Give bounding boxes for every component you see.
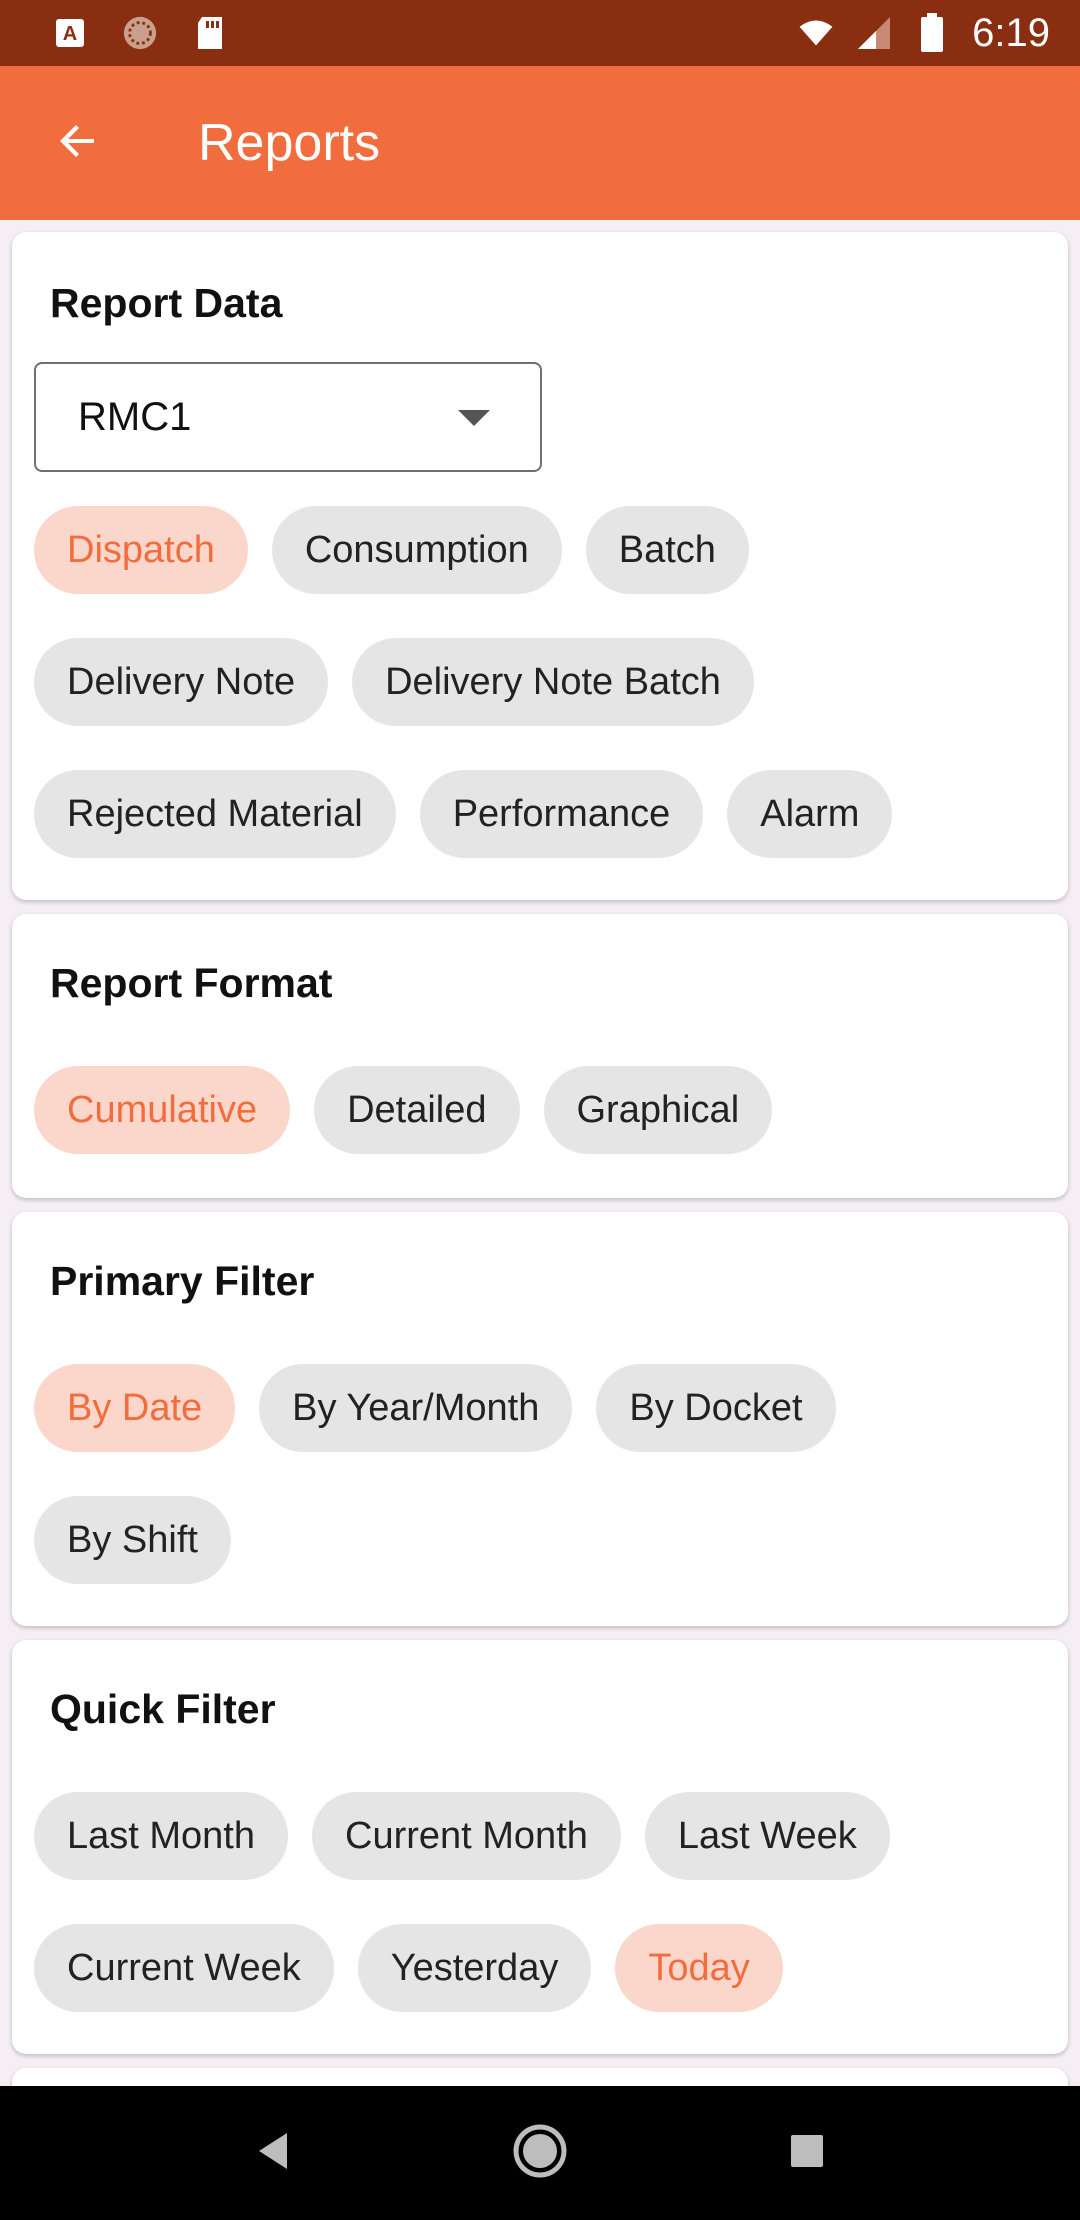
chip-by-docket[interactable]: By Docket bbox=[596, 1364, 836, 1452]
nav-back-button[interactable] bbox=[233, 2113, 313, 2193]
status-time: 6:19 bbox=[972, 10, 1050, 55]
quick-filter-chip-row-1: Last Month Current Month Last Week bbox=[34, 1792, 890, 1880]
app-bar: Reports bbox=[0, 66, 1080, 220]
page-title: Reports bbox=[198, 114, 381, 172]
status-bar: A 6:19 bbox=[0, 0, 1080, 66]
chip-last-month[interactable]: Last Month bbox=[34, 1792, 288, 1880]
report-format-card: Report Format Cumulative Detailed Graphi… bbox=[12, 914, 1068, 1198]
chip-consumption[interactable]: Consumption bbox=[271, 506, 562, 594]
next-card-partial bbox=[12, 2068, 1068, 2086]
dropdown-arrow-icon bbox=[458, 410, 490, 426]
status-left-icons: A bbox=[52, 15, 228, 51]
reports-screen: A 6:19 Reports Report Data RMC1 Dispatch… bbox=[0, 0, 1080, 2220]
signal-icon bbox=[856, 15, 892, 51]
chip-by-date[interactable]: By Date bbox=[34, 1364, 236, 1452]
chip-batch[interactable]: Batch bbox=[585, 506, 749, 594]
report-data-chip-row-3: Rejected Material Performance Alarm bbox=[34, 770, 893, 858]
sync-notification-icon bbox=[122, 15, 158, 51]
chip-dispatch[interactable]: Dispatch bbox=[34, 506, 248, 594]
back-button[interactable] bbox=[38, 103, 118, 183]
sd-card-icon bbox=[192, 15, 228, 51]
chip-today[interactable]: Today bbox=[615, 1924, 783, 2012]
report-data-card: Report Data RMC1 Dispatch Consumption Ba… bbox=[12, 232, 1068, 900]
primary-filter-title: Primary Filter bbox=[50, 1258, 315, 1304]
chip-by-shift[interactable]: By Shift bbox=[34, 1496, 231, 1584]
report-data-chip-row-2: Delivery Note Delivery Note Batch bbox=[34, 638, 754, 726]
chip-cumulative[interactable]: Cumulative bbox=[34, 1066, 291, 1154]
system-nav-bar bbox=[0, 2086, 1080, 2220]
dropdown-selected-value: RMC1 bbox=[78, 394, 192, 439]
primary-filter-chip-row-2: By Shift bbox=[34, 1496, 231, 1584]
report-data-title: Report Data bbox=[50, 280, 283, 326]
plant-dropdown[interactable]: RMC1 bbox=[34, 362, 542, 472]
font-notification-icon: A bbox=[52, 15, 88, 51]
nav-home-icon bbox=[512, 2123, 568, 2184]
battery-icon bbox=[914, 13, 950, 52]
chip-last-week[interactable]: Last Week bbox=[644, 1792, 890, 1880]
primary-filter-chip-row-1: By Date By Year/Month By Docket bbox=[34, 1364, 836, 1452]
wifi-icon bbox=[798, 15, 834, 51]
content-scroll[interactable]: Report Data RMC1 Dispatch Consumption Ba… bbox=[0, 220, 1080, 2086]
chip-performance[interactable]: Performance bbox=[419, 770, 704, 858]
chip-delivery-note[interactable]: Delivery Note bbox=[34, 638, 329, 726]
chip-detailed[interactable]: Detailed bbox=[314, 1066, 520, 1154]
nav-recents-button[interactable] bbox=[767, 2113, 847, 2193]
chip-current-week[interactable]: Current Week bbox=[34, 1924, 334, 2012]
quick-filter-title: Quick Filter bbox=[50, 1686, 276, 1732]
primary-filter-card: Primary Filter By Date By Year/Month By … bbox=[12, 1212, 1068, 1626]
chip-rejected-material[interactable]: Rejected Material bbox=[34, 770, 396, 858]
report-format-chip-row: Cumulative Detailed Graphical bbox=[34, 1066, 773, 1154]
arrow-back-icon bbox=[54, 117, 102, 170]
chip-yesterday[interactable]: Yesterday bbox=[357, 1924, 592, 2012]
nav-back-icon bbox=[253, 2129, 293, 2178]
nav-recents-icon bbox=[789, 2133, 825, 2174]
report-format-title: Report Format bbox=[50, 960, 333, 1006]
chip-graphical[interactable]: Graphical bbox=[543, 1066, 773, 1154]
chip-alarm[interactable]: Alarm bbox=[727, 770, 893, 858]
chip-by-year-month[interactable]: By Year/Month bbox=[259, 1364, 573, 1452]
nav-home-button[interactable] bbox=[500, 2113, 580, 2193]
quick-filter-card: Quick Filter Last Month Current Month La… bbox=[12, 1640, 1068, 2054]
quick-filter-chip-row-2: Current Week Yesterday Today bbox=[34, 1924, 783, 2012]
svg-text:A: A bbox=[63, 23, 77, 45]
chip-delivery-note-batch[interactable]: Delivery Note Batch bbox=[352, 638, 754, 726]
report-data-chip-row-1: Dispatch Consumption Batch bbox=[34, 506, 749, 594]
chip-current-month[interactable]: Current Month bbox=[312, 1792, 621, 1880]
status-right-icons: 6:19 bbox=[798, 11, 1050, 56]
